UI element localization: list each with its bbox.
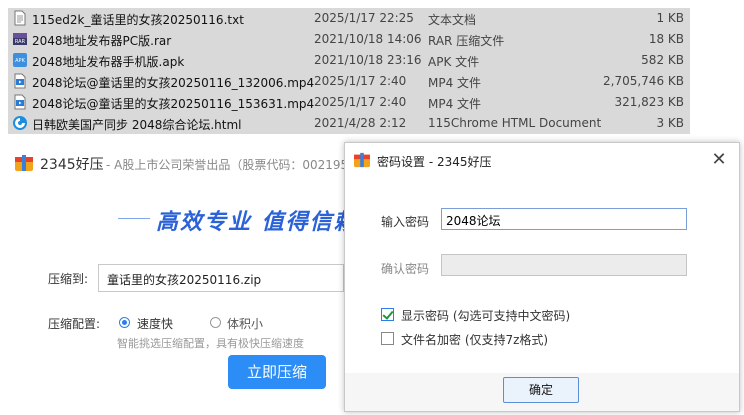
file-name: 2048地址发布器PC版.rar — [32, 34, 172, 48]
app-logo-icon — [354, 152, 370, 168]
show-password-checkbox[interactable] — [381, 308, 394, 321]
file-size: 582 KB — [641, 53, 684, 67]
dialog-body: 输入密码 2048论坛 确认密码 显示密码 (勾选可支持中文密码) 文件名加密 … — [345, 177, 739, 373]
radio-small[interactable] — [210, 317, 221, 328]
file-date: 2025/1/17 22:25 — [314, 11, 414, 25]
file-date: 2021/10/18 23:16 — [314, 53, 422, 67]
file-row[interactable]: 2048论坛@童话里的女孩20250116_153631.mp4 2025/1/… — [8, 92, 690, 113]
confirm-password-field[interactable] — [441, 254, 687, 276]
file-type: 文本文档 — [428, 13, 477, 27]
file-row[interactable]: 115ed2k_童话里的女孩20250116.txt 2025/1/17 22:… — [8, 8, 690, 29]
radio-small-label[interactable]: 体积小 — [227, 315, 263, 332]
file-name: 2048地址发布器手机版.apk — [32, 55, 185, 69]
dialog-titlebar: 密码设置 - 2345好压 ✕ — [345, 143, 739, 177]
text-file-icon — [14, 10, 26, 26]
svg-text:APK: APK — [15, 58, 25, 64]
slogan-divider — [118, 218, 150, 219]
password-value: 2048论坛 — [446, 214, 501, 228]
radio-fast[interactable] — [119, 317, 130, 328]
file-type: RAR 压缩文件 — [428, 34, 505, 48]
confirm-password-label: 确认密码 — [381, 262, 430, 276]
file-type: MP4 文件 — [428, 97, 482, 111]
file-size: 1 KB — [656, 11, 684, 25]
file-name: 2048论坛@童话里的女孩20250116_132006.mp4 — [32, 76, 315, 90]
config-label: 压缩配置: — [48, 317, 101, 331]
password-field[interactable]: 2048论坛 — [441, 208, 687, 230]
close-icon[interactable]: ✕ — [711, 149, 727, 170]
video-file-icon — [14, 94, 26, 110]
compress-to-label: 压缩到: — [48, 272, 89, 286]
app-logo-icon — [15, 155, 33, 171]
file-size: 2,705,746 KB — [603, 74, 684, 88]
app-subtitle: - A股上市公司荣誉出品（股票代码：002195） — [106, 158, 356, 172]
apk-file-icon: APK — [13, 53, 27, 67]
file-size: 321,823 KB — [614, 95, 684, 109]
password-dialog: 密码设置 - 2345好压 ✕ 输入密码 2048论坛 确认密码 显示密码 (勾… — [344, 142, 740, 412]
show-password-label[interactable]: 显示密码 (勾选可支持中文密码) — [401, 307, 570, 324]
radio-fast-label[interactable]: 速度快 — [137, 315, 173, 332]
slogan: 高效专业 值得信赖 — [156, 210, 346, 235]
compress-path-value: 童话里的女孩20250116.zip — [107, 273, 262, 287]
file-name: 日韩欧美国产同步 2048综合论坛.html — [32, 118, 242, 132]
file-row[interactable]: RAR 2048地址发布器PC版.rar 2021/10/18 14:06 RA… — [8, 29, 690, 50]
browser-html-icon — [13, 116, 27, 130]
file-row[interactable]: APK 2048地址发布器手机版.apk 2021/10/18 23:16 AP… — [8, 50, 690, 71]
file-date: 2021/10/18 14:06 — [314, 32, 422, 46]
file-date: 2025/1/17 2:40 — [314, 95, 407, 109]
file-size: 18 KB — [648, 32, 684, 46]
file-type: MP4 文件 — [428, 76, 482, 90]
file-name: 2048论坛@童话里的女孩20250116_153631.mp4 — [32, 97, 315, 111]
ok-button[interactable]: 确定 — [503, 377, 579, 403]
file-size: 3 KB — [656, 116, 684, 130]
file-list: 115ed2k_童话里的女孩20250116.txt 2025/1/17 22:… — [0, 0, 744, 140]
file-row[interactable]: 2048论坛@童话里的女孩20250116_132006.mp4 2025/1/… — [8, 71, 690, 92]
file-date: 2021/4/28 2:12 — [314, 116, 407, 130]
file-type: APK 文件 — [428, 55, 480, 69]
file-date: 2025/1/17 2:40 — [314, 74, 407, 88]
file-name: 115ed2k_童话里的女孩20250116.txt — [32, 13, 244, 27]
config-hint: 智能挑选压缩配置，具有极快压缩速度 — [117, 337, 304, 350]
encrypt-filenames-checkbox[interactable] — [381, 332, 394, 345]
rar-archive-icon: RAR — [13, 33, 27, 45]
encrypt-filenames-label[interactable]: 文件名加密 (仅支持7z格式) — [401, 331, 548, 348]
svg-text:RAR: RAR — [15, 39, 26, 45]
app-name: 2345好压 — [40, 157, 104, 173]
file-type: 115Chrome HTML Document — [428, 116, 602, 130]
start-compress-button[interactable]: 立即压缩 — [228, 355, 326, 389]
compress-path-input[interactable]: 童话里的女孩20250116.zip — [98, 264, 344, 292]
video-file-icon — [14, 73, 26, 89]
dialog-title: 密码设置 - 2345好压 — [377, 155, 492, 169]
password-label: 输入密码 — [381, 215, 430, 229]
file-row[interactable]: 日韩欧美国产同步 2048综合论坛.html 2021/4/28 2:12 11… — [8, 113, 690, 134]
